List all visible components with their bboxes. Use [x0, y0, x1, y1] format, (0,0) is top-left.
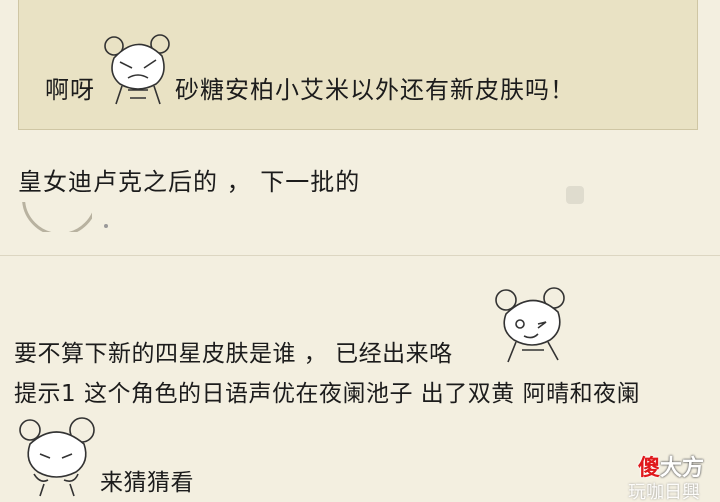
faint-watermark [566, 186, 696, 208]
chibi-girl-peek-sticker-icon [19, 417, 95, 497]
post-line-2: 提示1 这个角色的日语声优在夜阑池子 出了双黄 阿晴和夜阑 [14, 381, 641, 407]
quote-prefix: 啊呀 [45, 76, 95, 104]
post-line-1: 要不算下新的四星皮肤是谁 ， 已经出来咯 [14, 341, 453, 367]
site-watermark: 傻大方 玩咖日興 [628, 450, 718, 502]
chibi-girl-wink-sticker-icon [495, 287, 565, 363]
watermark-logo-icon [566, 186, 584, 204]
chibi-girl-sticker-icon [104, 34, 170, 105]
post-comment-text: 皇女迪卢克之后的 ， 下一批的 [18, 168, 361, 196]
avatar[interactable] [22, 202, 92, 232]
quote-body: 砂糖安柏小艾米以外还有新皮肤吗！ [175, 76, 575, 104]
post-divider [0, 255, 720, 256]
watermark-subtitle: 玩咖日興 [628, 482, 700, 502]
separator-dot [104, 224, 108, 228]
post-line-3: 来猜猜看 [100, 470, 194, 496]
